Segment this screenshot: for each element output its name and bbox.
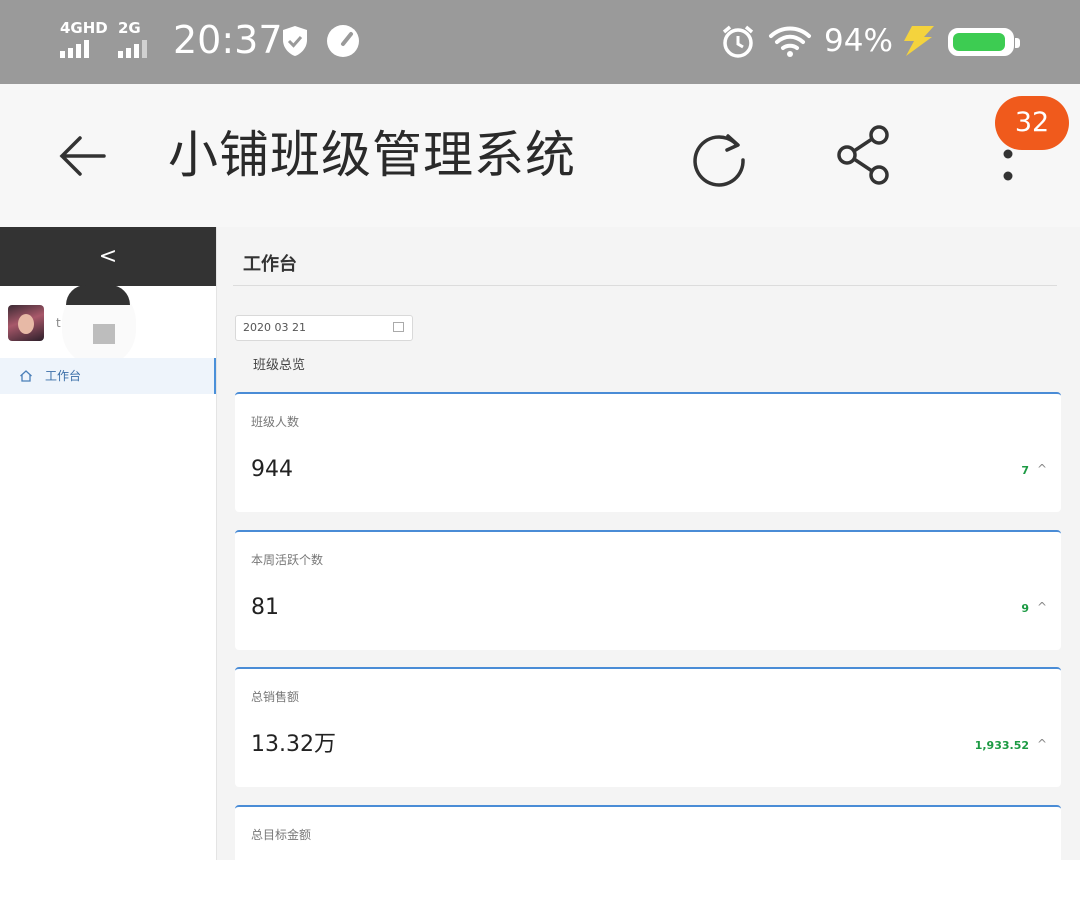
stat-label: 总销售额 (251, 690, 300, 704)
charging-bolt-icon (904, 26, 934, 56)
share-icon[interactable] (832, 122, 898, 188)
status-time: 20:37 (173, 18, 283, 62)
sidebar-item-label: 工作台 (45, 369, 82, 383)
page-title: 工作台 (243, 254, 297, 275)
more-vertical-icon[interactable] (990, 144, 1026, 188)
redacted-block (93, 324, 115, 344)
stat-value: 81 (251, 595, 279, 620)
user-info-overlay-top (66, 285, 130, 305)
app-header: 小铺班级管理系统 (0, 84, 1080, 227)
stat-card-class-size: 班级人数 944 7 ^ (235, 392, 1061, 512)
stat-delta: 7 (1021, 464, 1029, 477)
back-arrow-icon[interactable] (54, 128, 110, 184)
stat-value: 944 (251, 457, 293, 482)
signal-4g-label: 4GHD (60, 19, 108, 37)
app-title: 小铺班级管理系统 (168, 126, 576, 184)
stat-label: 班级人数 (251, 415, 300, 429)
sidebar-item-workbench[interactable]: 工作台 (0, 358, 216, 394)
shield-icon (283, 26, 307, 56)
sidebar: < t 工作台 (0, 227, 216, 860)
stat-value: 13.32万 (251, 732, 336, 757)
stat-card-total-sales: 总销售额 13.32万 1,933.52 ^ (235, 667, 1061, 787)
battery-icon (948, 28, 1020, 56)
stat-card-target-amount: 总目标金额 (235, 805, 1061, 860)
calendar-icon (393, 322, 404, 332)
battery-percent: 94% (824, 23, 893, 59)
date-value: 2020 03 21 (243, 321, 306, 334)
notification-badge: 32 (995, 96, 1069, 150)
alarm-clock-icon (722, 25, 754, 58)
main-content: 工作台 2020 03 21 班级总览 班级人数 944 7 ^ 本周活跃个数 … (217, 227, 1080, 860)
stat-delta: 9 (1021, 602, 1029, 615)
bottom-blank-area (0, 860, 1080, 898)
trend-up-icon: ^ (1036, 462, 1047, 476)
stat-label: 本周活跃个数 (251, 553, 324, 567)
title-divider (233, 285, 1057, 286)
stat-delta: 1,933.52 (974, 739, 1029, 752)
user-name: t (56, 316, 61, 330)
section-title: 班级总览 (253, 358, 306, 373)
trend-up-icon: ^ (1036, 600, 1047, 614)
status-bar: 4GHD 2G 20:37 94% (0, 0, 1080, 84)
wifi-icon (769, 26, 811, 57)
sidebar-collapse-button[interactable]: < (0, 227, 216, 286)
trend-up-icon: ^ (1036, 737, 1047, 751)
stat-label: 总目标金额 (251, 828, 312, 842)
home-icon (20, 370, 32, 382)
refresh-icon[interactable] (686, 124, 752, 190)
date-picker[interactable]: 2020 03 21 (235, 315, 413, 341)
avatar[interactable] (8, 305, 44, 341)
signal-2g-label: 2G (118, 19, 141, 37)
stat-card-weekly-active: 本周活跃个数 81 9 ^ (235, 530, 1061, 650)
speedometer-icon (327, 25, 359, 57)
